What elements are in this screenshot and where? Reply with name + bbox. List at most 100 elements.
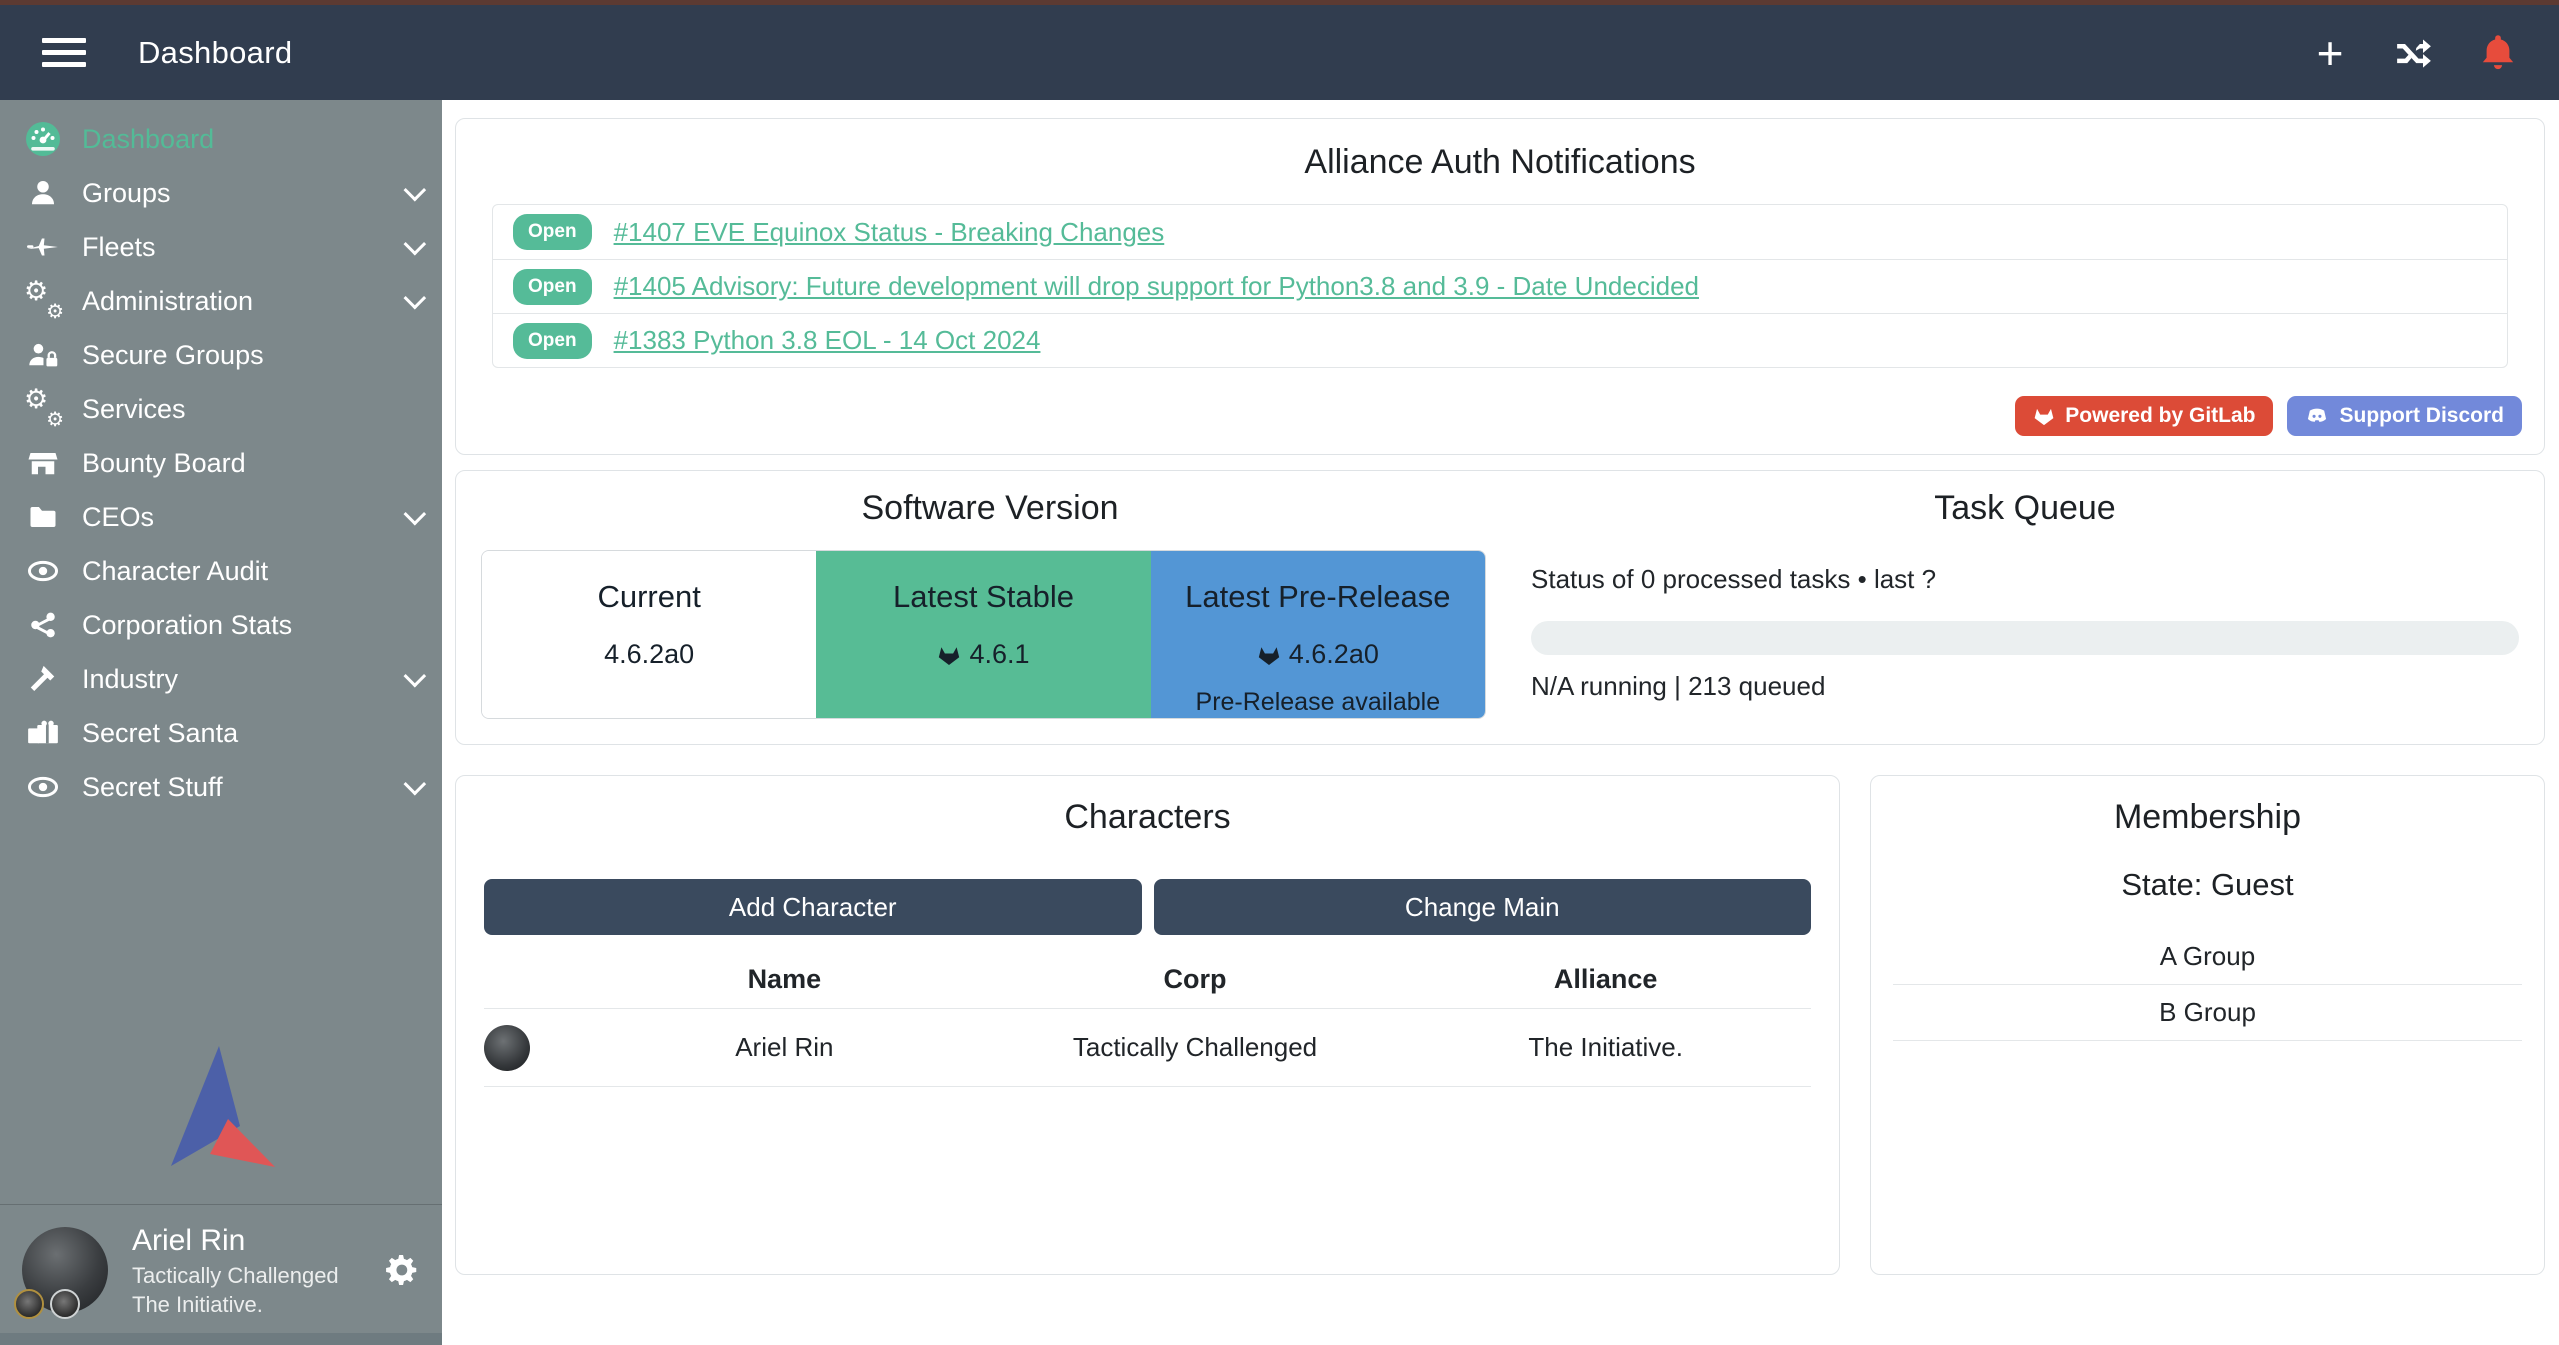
software-task-panel: Software Version Current 4.6.2a0 Latest … <box>455 470 2545 745</box>
main-content: Alliance Auth Notifications Open #1407 E… <box>442 100 2559 1345</box>
notifications-title: Alliance Auth Notifications <box>456 143 2544 182</box>
gitlab-icon <box>1257 643 1281 667</box>
sidebar-item-label: Secret Santa <box>82 718 238 749</box>
membership-title: Membership <box>1871 798 2544 837</box>
add-icon[interactable]: + <box>2311 34 2349 72</box>
status-badge: Open <box>513 269 592 305</box>
gitlab-icon <box>937 643 961 667</box>
user-alliance: The Initiative. <box>132 1290 339 1319</box>
sidebar-item-label: Groups <box>82 178 171 209</box>
hammer-icon <box>20 664 66 694</box>
user-lock-icon <box>20 340 66 370</box>
gears-icon: ⚙⚙ <box>20 284 66 318</box>
sidebar-item-character-audit[interactable]: Character Audit <box>0 544 442 598</box>
store-icon <box>20 448 66 478</box>
software-version-section: Software Version Current 4.6.2a0 Latest … <box>456 471 1499 744</box>
task-queue-title: Task Queue <box>1531 489 2519 528</box>
version-number: 4.6.2a0 <box>604 639 694 670</box>
gifts-icon <box>20 718 66 748</box>
folder-icon <box>20 502 66 532</box>
sidebar-item-services[interactable]: ⚙⚙ Services <box>0 382 442 436</box>
version-card-current: Current 4.6.2a0 <box>482 551 816 718</box>
membership-groups-list: A Group B Group <box>1893 929 2522 1041</box>
sidebar-item-label: Secure Groups <box>82 340 264 371</box>
chevron-down-icon <box>404 503 427 526</box>
page-title: Dashboard <box>138 35 292 71</box>
sidebar-item-label: CEOs <box>82 502 154 533</box>
alliance-auth-logo <box>0 1042 442 1204</box>
add-character-button[interactable]: Add Character <box>484 879 1142 935</box>
badge-label: Powered by GitLab <box>2065 404 2255 428</box>
sidebar-bottom-strip <box>0 1333 442 1345</box>
sidebar-item-bounty-board[interactable]: Bounty Board <box>0 436 442 490</box>
table-header-row: Name Corp Alliance <box>484 951 1811 1009</box>
top-navbar: Dashboard + <box>0 5 2559 100</box>
notification-item: Open #1405 Advisory: Future development … <box>493 259 2507 313</box>
group-list-item: B Group <box>1893 985 2522 1041</box>
sidebar-item-label: Corporation Stats <box>82 610 292 641</box>
chevron-down-icon <box>404 287 427 310</box>
character-alliance: The Initiative. <box>1400 1032 1811 1063</box>
sidebar-item-ceos[interactable]: CEOs <box>0 490 442 544</box>
shuffle-icon[interactable] <box>2395 34 2433 72</box>
user-corp: Tactically Challenged <box>132 1261 339 1290</box>
group-list-item: A Group <box>1893 929 2522 985</box>
sidebar-item-administration[interactable]: ⚙⚙ Administration <box>0 274 442 328</box>
characters-table: Name Corp Alliance Ariel Rin Tactically … <box>484 951 1811 1087</box>
sidebar-item-corporation-stats[interactable]: Corporation Stats <box>0 598 442 652</box>
corp-logo-badge <box>14 1289 44 1319</box>
notification-link[interactable]: #1405 Advisory: Future development will … <box>614 271 1699 302</box>
share-icon <box>20 611 66 639</box>
character-corp: Tactically Challenged <box>990 1032 1401 1063</box>
user-panel[interactable]: Ariel Rin Tactically Challenged The Init… <box>0 1204 442 1333</box>
user-settings-gear-icon[interactable] <box>384 1252 420 1288</box>
sidebar-item-secret-santa[interactable]: Secret Santa <box>0 706 442 760</box>
sidebar-item-label: Bounty Board <box>82 448 246 479</box>
notifications-list: Open #1407 EVE Equinox Status - Breaking… <box>492 204 2508 368</box>
sidebar-item-groups[interactable]: Groups <box>0 166 442 220</box>
sidebar-item-label: Character Audit <box>82 556 268 587</box>
version-card-title: Latest Stable <box>816 579 1150 615</box>
support-discord-badge[interactable]: Support Discord <box>2287 396 2522 436</box>
notification-item: Open #1407 EVE Equinox Status - Breaking… <box>493 205 2507 259</box>
sidebar-item-secret-stuff[interactable]: Secret Stuff <box>0 760 442 814</box>
gears-icon: ⚙⚙ <box>20 392 66 426</box>
sidebar-item-label: Administration <box>82 286 253 317</box>
character-portrait <box>484 1025 530 1071</box>
software-version-title: Software Version <box>481 489 1499 528</box>
column-header-alliance: Alliance <box>1400 964 1811 995</box>
task-queue-progressbar <box>1531 621 2519 655</box>
task-queue-section: Task Queue Status of 0 processed tasks •… <box>1499 471 2544 744</box>
gauge-icon <box>20 121 66 157</box>
hamburger-menu-icon[interactable] <box>42 38 86 67</box>
powered-by-gitlab-badge[interactable]: Powered by GitLab <box>2015 396 2273 436</box>
column-header-corp: Corp <box>990 964 1401 995</box>
bell-icon[interactable] <box>2479 34 2517 72</box>
chevron-down-icon <box>404 773 427 796</box>
notification-link[interactable]: #1383 Python 3.8 EOL - 14 Oct 2024 <box>614 325 1041 356</box>
user-name: Ariel Rin <box>132 1221 339 1261</box>
sidebar-item-label: Industry <box>82 664 178 695</box>
characters-title: Characters <box>456 798 1839 837</box>
version-card-title: Latest Pre-Release <box>1151 579 1485 615</box>
sidebar-item-label: Fleets <box>82 232 156 263</box>
version-number: 4.6.1 <box>969 639 1029 670</box>
sidebar-item-industry[interactable]: Industry <box>0 652 442 706</box>
chevron-down-icon <box>404 179 427 202</box>
sidebar-item-secure-groups[interactable]: Secure Groups <box>0 328 442 382</box>
task-queue-status: Status of 0 processed tasks • last ? <box>1531 564 2519 595</box>
discord-icon <box>2305 405 2329 427</box>
user-icon <box>20 178 66 208</box>
sidebar-item-fleets[interactable]: Fleets <box>0 220 442 274</box>
notification-item: Open #1383 Python 3.8 EOL - 14 Oct 2024 <box>493 313 2507 367</box>
change-main-button[interactable]: Change Main <box>1154 879 1812 935</box>
version-card-stable: Latest Stable 4.6.1 <box>816 551 1150 718</box>
character-name: Ariel Rin <box>579 1032 990 1063</box>
notification-link[interactable]: #1407 EVE Equinox Status - Breaking Chan… <box>614 217 1165 248</box>
membership-panel: Membership State: Guest A Group B Group <box>1870 775 2545 1275</box>
status-badge: Open <box>513 323 592 359</box>
sidebar-item-dashboard[interactable]: Dashboard <box>0 112 442 166</box>
badge-label: Support Discord <box>2339 404 2504 428</box>
eye-icon <box>20 556 66 586</box>
gitlab-icon <box>2033 405 2055 427</box>
